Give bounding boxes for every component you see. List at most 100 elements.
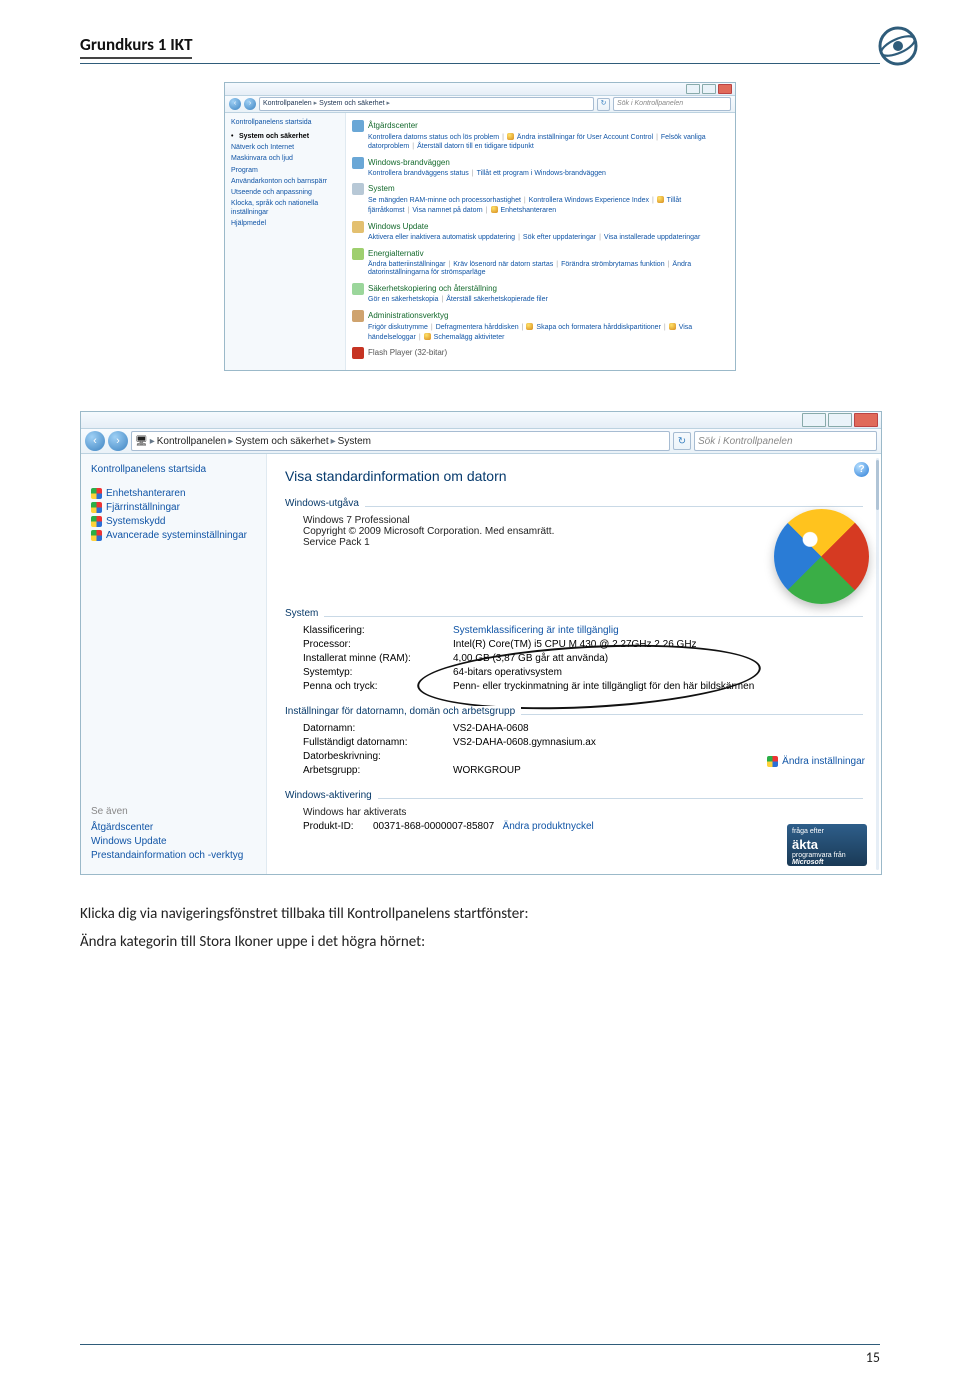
refresh-button[interactable]: ↻ xyxy=(673,432,691,450)
breadcrumb-item[interactable]: System och säkerhet xyxy=(319,100,384,109)
sidebar-item[interactable]: Systemskydd xyxy=(91,516,256,527)
category-link[interactable]: Tillåt ett program i Windows-brandväggen xyxy=(477,170,606,177)
category-link[interactable]: Kontrollera brandväggens status xyxy=(368,170,469,177)
shield-icon xyxy=(424,333,431,340)
change-settings-link[interactable]: Ändra inställningar xyxy=(767,756,865,767)
system-info-panel: ? Visa standardinformation om datorn Win… xyxy=(267,454,881,874)
breadcrumb[interactable]: Kontrollpanelen ▸ System och säkerhet ▸ xyxy=(259,97,594,111)
close-button[interactable] xyxy=(718,84,732,94)
category-links: Aktivera eller inaktivera automatisk upp… xyxy=(368,234,729,243)
category-link[interactable]: Enhetshanteraren xyxy=(491,207,557,214)
scrollbar[interactable] xyxy=(876,458,879,870)
category-link[interactable]: Kontrollera datorns status och lös probl… xyxy=(368,134,499,141)
system-property-row: Systemtyp:64-bitars operativsystem xyxy=(303,667,863,678)
minimize-button[interactable] xyxy=(802,413,826,427)
minimize-button[interactable] xyxy=(686,84,700,94)
category-link[interactable]: Kontrollera Windows Experience Index xyxy=(529,197,649,204)
sidebar-item[interactable]: Enhetshanteraren xyxy=(91,488,256,499)
product-id-row: Produkt-ID: 00371-868-0000007-85807 Ändr… xyxy=(303,821,863,832)
category-heading[interactable]: Administrationsverktyg xyxy=(352,310,729,322)
category-link[interactable]: Sök efter uppdateringar xyxy=(523,234,596,241)
category: Flash Player (32-bitar) xyxy=(352,347,729,359)
category-link[interactable]: Visa installerade uppdateringar xyxy=(604,234,700,241)
category-link[interactable]: Frigör diskutrymme xyxy=(368,324,428,331)
rating-link[interactable]: Systemklassificering är inte tillgänglig xyxy=(453,625,619,636)
sidebar-item[interactable]: Maskinvara och ljud xyxy=(231,155,339,164)
system-property-row: Installerat minne (RAM):4,00 GB (3,87 GB… xyxy=(303,653,863,664)
category-link[interactable]: Kräv lösenord när datorn startas xyxy=(453,261,553,268)
maximize-button[interactable] xyxy=(702,84,716,94)
category-heading[interactable]: Säkerhetskopiering och återställning xyxy=(352,283,729,295)
breadcrumb-item[interactable]: Kontrollpanelen xyxy=(157,436,227,447)
back-button[interactable]: ‹ xyxy=(85,431,105,451)
category-heading[interactable]: Windows-brandväggen xyxy=(352,157,729,169)
change-product-key-link[interactable]: Ändra produktnyckel xyxy=(503,821,594,832)
category-link[interactable]: Gör en säkerhetskopia xyxy=(368,296,438,303)
chevron-right-icon: ▸ xyxy=(150,436,155,447)
category-link[interactable]: Ändra inställningar för User Account Con… xyxy=(507,134,653,141)
folder-icon: 🖥 xyxy=(135,436,148,447)
genuine-microsoft-badge[interactable]: fråga efter äkta programvara från Micros… xyxy=(787,824,867,866)
category-link[interactable]: Skapa och formatera hårddiskpartitioner xyxy=(526,324,660,331)
breadcrumb-item[interactable]: System xyxy=(338,436,371,447)
sidebar-item[interactable]: Program xyxy=(231,167,339,176)
see-also-label: Se även xyxy=(91,806,256,817)
category-link[interactable]: Aktivera eller inaktivera automatisk upp… xyxy=(368,234,515,241)
close-button[interactable] xyxy=(854,413,878,427)
breadcrumb-item[interactable]: System och säkerhet xyxy=(235,436,328,447)
sidebar-item[interactable]: Nätverk och Internet xyxy=(231,144,339,153)
sidebar-item[interactable]: Utseende och anpassning xyxy=(231,189,339,198)
category-heading[interactable]: System xyxy=(352,183,729,195)
sidebar-item[interactable]: Användarkonton och barnspärr xyxy=(231,178,339,187)
category: Säkerhetskopiering och återställningGör … xyxy=(352,283,729,305)
refresh-button[interactable]: ↻ xyxy=(597,98,610,111)
sidebar-item[interactable]: Hjälpmedel xyxy=(231,220,339,229)
maximize-button[interactable] xyxy=(828,413,852,427)
help-icon[interactable]: ? xyxy=(854,462,869,477)
category-link[interactable]: Visa namnet på datorn xyxy=(412,207,482,214)
category-link[interactable]: Återställ säkerhetskopierade filer xyxy=(446,296,548,303)
instruction-paragraph: Ändra kategorin till Stora Ikoner uppe i… xyxy=(80,933,880,951)
document-header: Grundkurs 1 IKT xyxy=(80,34,880,64)
category-heading[interactable]: Windows Update xyxy=(352,221,729,233)
control-panel-home-link[interactable]: Kontrollpanelens startsida xyxy=(91,464,256,475)
chevron-right-icon: ▸ xyxy=(314,100,318,109)
forward-button[interactable]: › xyxy=(108,431,128,451)
page-title: Visa standardinformation om datorn xyxy=(285,468,863,484)
shield-icon xyxy=(657,196,664,203)
category-heading[interactable]: Flash Player (32-bitar) xyxy=(352,347,729,359)
sidebar-item[interactable]: Klocka, språk och nationella inställning… xyxy=(231,200,339,218)
group-windows-edition: Windows-utgåva xyxy=(285,498,863,509)
name-property-row: Fullständigt datornamn:VS2-DAHA-0608.gym… xyxy=(303,737,863,748)
shield-icon xyxy=(91,488,102,499)
see-also-link[interactable]: Åtgärdscenter xyxy=(91,822,256,833)
category-link[interactable]: Schemalägg aktiviteter xyxy=(424,334,505,341)
category-link[interactable]: Ändra batteriinställningar xyxy=(368,261,445,268)
category-links: Kontrollera datorns status och lös probl… xyxy=(368,133,729,152)
breadcrumb-item[interactable]: Kontrollpanelen xyxy=(263,100,312,109)
windows-logo-icon xyxy=(774,509,869,604)
search-input[interactable]: Sök i Kontrollpanelen xyxy=(613,97,731,111)
sidebar-item[interactable]: Avancerade systeminställningar xyxy=(91,530,256,541)
control-panel-home-link[interactable]: Kontrollpanelens startsida xyxy=(231,119,339,128)
category-link[interactable]: Förändra strömbrytarnas funktion xyxy=(561,261,665,268)
group-system: System xyxy=(285,608,863,619)
category-heading[interactable]: Energialternativ xyxy=(352,248,729,260)
breadcrumb[interactable]: 🖥 ▸ Kontrollpanelen ▸ System och säkerhe… xyxy=(131,431,670,451)
sidebar-item[interactable]: System och säkerhet xyxy=(231,133,339,142)
see-also-link[interactable]: Windows Update xyxy=(91,836,256,847)
category-links: Ändra batteriinställningar|Kräv lösenord… xyxy=(368,261,729,279)
sidebar-item[interactable]: Fjärrinställningar xyxy=(91,502,256,513)
search-input[interactable]: Sök i Kontrollpanelen xyxy=(694,431,877,451)
category-link[interactable]: Återställ datorn till en tidigare tidpun… xyxy=(417,143,534,150)
category-heading[interactable]: Åtgärdscenter xyxy=(352,120,729,132)
edition-line: Windows 7 Professional xyxy=(303,515,863,526)
sidebar: Kontrollpanelens startsida System och sä… xyxy=(225,113,346,370)
see-also-link[interactable]: Prestandainformation och -verktyg xyxy=(91,850,256,861)
forward-button[interactable]: › xyxy=(244,98,256,110)
category-link[interactable]: Se mängden RAM-minne och processorhastig… xyxy=(368,197,521,204)
category-link[interactable]: Defragmentera hårddisken xyxy=(436,324,519,331)
name-property-row: Datornamn:VS2-DAHA-0608 xyxy=(303,723,863,734)
back-button[interactable]: ‹ xyxy=(229,98,241,110)
system-property-row: Klassificering:Systemklassificering är i… xyxy=(303,625,863,636)
